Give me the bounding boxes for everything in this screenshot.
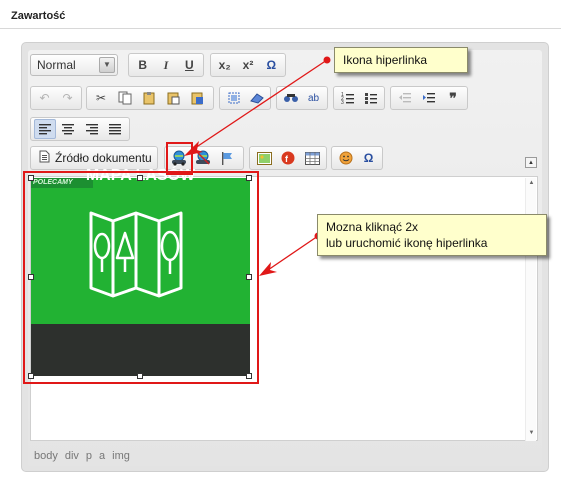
callout-line-1: Mozna kliknąć 2x (326, 220, 419, 234)
element-path-bar: body div p a img (34, 450, 130, 462)
callout-link-icon-text: Ikona hiperlinka (343, 53, 428, 67)
path-item-img[interactable]: img (112, 450, 130, 462)
path-item-p[interactable]: p (86, 450, 92, 462)
path-item-a[interactable]: a (99, 450, 105, 462)
callout-line-2: lub uruchomić ikonę hiperlinka (326, 236, 488, 250)
callout-link-icon: Ikona hiperlinka (334, 47, 468, 73)
path-item-body[interactable]: body (34, 450, 58, 462)
callout-double-click: Mozna kliknąć 2x lub uruchomić ikonę hip… (317, 214, 547, 256)
path-item-div[interactable]: div (65, 450, 79, 462)
